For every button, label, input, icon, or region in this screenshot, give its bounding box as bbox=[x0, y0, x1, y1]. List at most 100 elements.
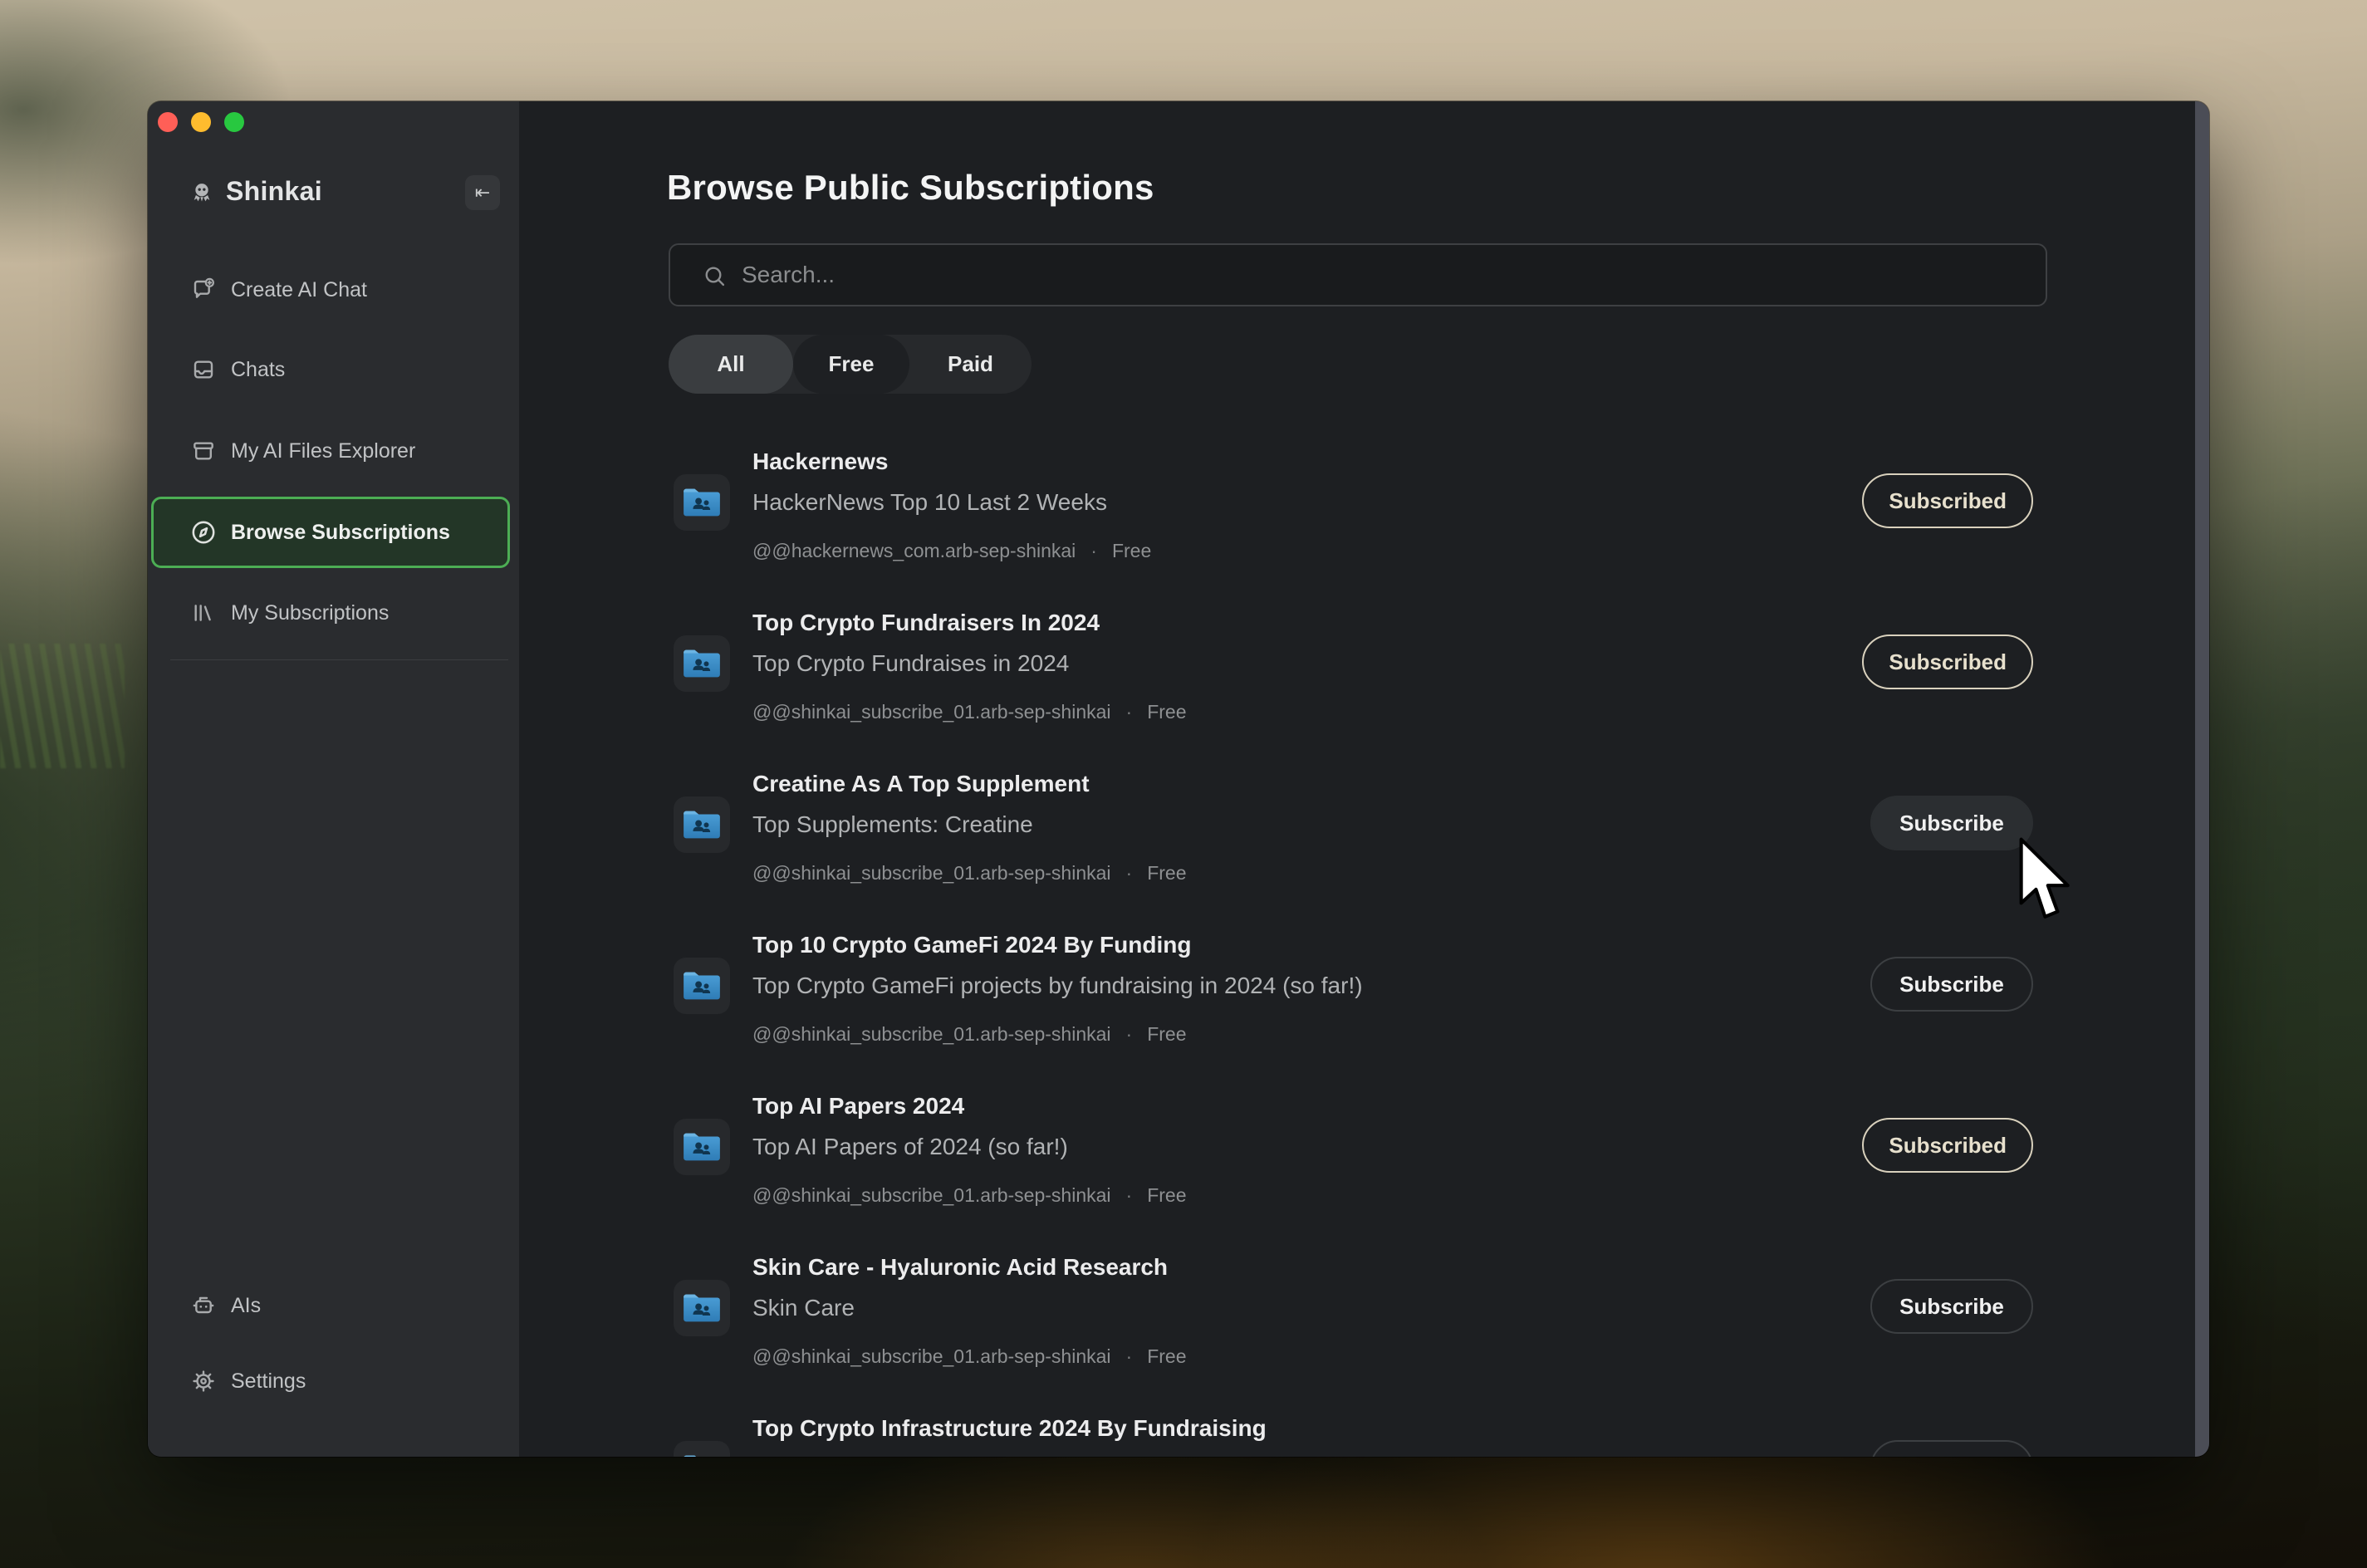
sidebar-item-label: My Subscriptions bbox=[231, 601, 389, 625]
sidebar-item-label: Settings bbox=[231, 1370, 306, 1394]
shared-folder-icon bbox=[674, 1441, 730, 1457]
search-icon bbox=[702, 263, 728, 294]
shared-folder-icon bbox=[674, 1280, 730, 1336]
subscription-title: Top 10 Crypto GameFi 2024 By Funding bbox=[752, 932, 1191, 958]
wallpaper-vineyard-detail bbox=[0, 644, 125, 768]
shared-folder-icon bbox=[674, 1119, 730, 1175]
subscription-title: Skin Care - Hyaluronic Acid Research bbox=[752, 1254, 1168, 1281]
subscription-row: Top Crypto Fundraisers In 2024 Top Crypt… bbox=[674, 610, 2033, 771]
subscription-row: Top AI Papers 2024 Top AI Papers of 2024… bbox=[674, 1093, 2033, 1254]
collapse-sidebar-button[interactable]: ⇤ bbox=[465, 175, 500, 210]
shared-folder-icon bbox=[674, 474, 730, 531]
search-input[interactable] bbox=[742, 245, 2029, 305]
subscription-title: Top AI Papers 2024 bbox=[752, 1093, 964, 1120]
window-scrollbar[interactable] bbox=[2195, 101, 2209, 1457]
sidebar-item-label: Create AI Chat bbox=[231, 278, 367, 302]
subscription-description: Top Crypto Fundraises in 2024 bbox=[752, 650, 1069, 677]
shared-folder-icon bbox=[674, 958, 730, 1014]
sidebar-header: Shinkai ⇤ bbox=[148, 174, 519, 211]
filter-tabs: All Free Paid bbox=[669, 335, 1032, 394]
subscription-price: Free bbox=[1147, 1345, 1186, 1368]
meta-separator: · bbox=[1090, 540, 1097, 562]
subscription-price: Free bbox=[1112, 540, 1151, 562]
subscription-meta: @@shinkai_subscribe_01.arb-sep-shinkai ·… bbox=[752, 1023, 1187, 1046]
subscription-action-button[interactable]: Subscribe bbox=[1870, 1279, 2033, 1334]
sidebar-item-my-subscriptions[interactable]: My Subscriptions bbox=[153, 579, 508, 647]
subscription-action-button[interactable]: Subscribe bbox=[1870, 1440, 2033, 1457]
sidebar-item-label: My AI Files Explorer bbox=[231, 439, 415, 463]
shinkai-logo-icon bbox=[188, 179, 216, 212]
tab-free[interactable]: Free bbox=[793, 335, 909, 394]
subscription-node-address: @@shinkai_subscribe_01.arb-sep-shinkai bbox=[752, 701, 1111, 723]
search-box bbox=[669, 243, 2047, 306]
subscription-description: Top Crypto GameFi projects by fundraisin… bbox=[752, 973, 1363, 999]
subscription-description: Top Supplements: Creatine bbox=[752, 811, 1033, 838]
sidebar-item-settings[interactable]: Settings bbox=[153, 1347, 508, 1415]
minimize-window-button[interactable] bbox=[191, 112, 211, 132]
sidebar: Shinkai ⇤ Create AI Chat Chats bbox=[148, 101, 519, 1457]
sidebar-item-label: Browse Subscriptions bbox=[231, 521, 450, 545]
subscription-list: Hackernews HackerNews Top 10 Last 2 Week… bbox=[674, 448, 2033, 1457]
subscription-title: Creatine As A Top Supplement bbox=[752, 771, 1090, 797]
tab-all[interactable]: All bbox=[669, 335, 793, 394]
meta-separator: · bbox=[1126, 701, 1133, 723]
subscription-description: HackerNews Top 10 Last 2 Weeks bbox=[752, 489, 1107, 516]
subscription-row: Hackernews HackerNews Top 10 Last 2 Week… bbox=[674, 448, 2033, 610]
subscription-row: Skin Care - Hyaluronic Acid Research Ski… bbox=[674, 1254, 2033, 1415]
sidebar-item-label: Chats bbox=[231, 358, 285, 382]
page-title: Browse Public Subscriptions bbox=[667, 168, 1154, 208]
subscription-row: Top Crypto Infrastructure 2024 By Fundra… bbox=[674, 1415, 2033, 1457]
sidebar-item-create-ai-chat[interactable]: Create AI Chat bbox=[153, 256, 508, 324]
robot-icon bbox=[189, 1291, 218, 1320]
subscription-price: Free bbox=[1147, 701, 1186, 723]
subscription-title: Hackernews bbox=[752, 448, 888, 475]
shared-folder-icon bbox=[674, 635, 730, 692]
subscription-action-button[interactable]: Subscribe bbox=[1870, 796, 2033, 850]
sidebar-item-ais[interactable]: AIs bbox=[153, 1272, 508, 1340]
subscription-meta: @@shinkai_subscribe_01.arb-sep-shinkai ·… bbox=[752, 862, 1187, 884]
shared-folder-icon bbox=[674, 796, 730, 853]
subscription-row: Creatine As A Top Supplement Top Supplem… bbox=[674, 771, 2033, 932]
subscription-node-address: @@shinkai_subscribe_01.arb-sep-shinkai bbox=[752, 1184, 1111, 1207]
sidebar-item-my-ai-files-explorer[interactable]: My AI Files Explorer bbox=[153, 417, 508, 485]
close-window-button[interactable] bbox=[158, 112, 178, 132]
subscription-price: Free bbox=[1147, 862, 1186, 884]
subscription-action-button[interactable]: Subscribed bbox=[1862, 635, 2033, 689]
subscription-title: Top Crypto Infrastructure 2024 By Fundra… bbox=[752, 1415, 1267, 1442]
shinkai-app-window: Shinkai ⇤ Create AI Chat Chats bbox=[148, 101, 2209, 1457]
meta-separator: · bbox=[1126, 1345, 1133, 1368]
subscription-price: Free bbox=[1147, 1184, 1186, 1207]
subscription-action-button[interactable]: Subscribed bbox=[1862, 1118, 2033, 1173]
subscription-node-address: @@hackernews_com.arb-sep-shinkai bbox=[752, 540, 1076, 562]
subscription-node-address: @@shinkai_subscribe_01.arb-sep-shinkai bbox=[752, 1023, 1111, 1046]
window-controls bbox=[158, 112, 244, 132]
subscription-description: Top AI Papers of 2024 (so far!) bbox=[752, 1134, 1068, 1160]
compass-icon bbox=[189, 518, 218, 546]
subscription-meta: @@shinkai_subscribe_01.arb-sep-shinkai ·… bbox=[752, 1184, 1187, 1207]
subscription-meta: @@hackernews_com.arb-sep-shinkai · Free bbox=[752, 540, 1151, 562]
library-icon bbox=[189, 599, 218, 627]
chat-plus-icon bbox=[189, 276, 218, 304]
sidebar-item-browse-subscriptions[interactable]: Browse Subscriptions bbox=[153, 498, 508, 566]
tab-paid[interactable]: Paid bbox=[909, 335, 1032, 394]
sidebar-item-chats[interactable]: Chats bbox=[153, 336, 508, 404]
gear-icon bbox=[189, 1367, 218, 1395]
subscription-description: Skin Care bbox=[752, 1295, 855, 1321]
meta-separator: · bbox=[1126, 862, 1133, 884]
subscription-price: Free bbox=[1147, 1023, 1186, 1046]
zoom-window-button[interactable] bbox=[224, 112, 244, 132]
subscription-action-button[interactable]: Subscribed bbox=[1862, 473, 2033, 528]
subscription-action-button[interactable]: Subscribe bbox=[1870, 957, 2033, 1012]
subscription-node-address: @@shinkai_subscribe_01.arb-sep-shinkai bbox=[752, 1345, 1111, 1368]
subscription-meta: @@shinkai_subscribe_01.arb-sep-shinkai ·… bbox=[752, 701, 1187, 723]
chats-icon bbox=[189, 355, 218, 384]
subscription-node-address: @@shinkai_subscribe_01.arb-sep-shinkai bbox=[752, 862, 1111, 884]
subscription-meta: @@shinkai_subscribe_01.arb-sep-shinkai ·… bbox=[752, 1345, 1187, 1368]
meta-separator: · bbox=[1126, 1184, 1133, 1207]
sidebar-item-label: AIs bbox=[231, 1294, 261, 1318]
meta-separator: · bbox=[1126, 1023, 1133, 1046]
app-title: Shinkai bbox=[226, 176, 322, 207]
subscription-title: Top Crypto Fundraisers In 2024 bbox=[752, 610, 1100, 636]
archive-box-icon bbox=[189, 437, 218, 465]
sidebar-divider bbox=[170, 659, 508, 660]
